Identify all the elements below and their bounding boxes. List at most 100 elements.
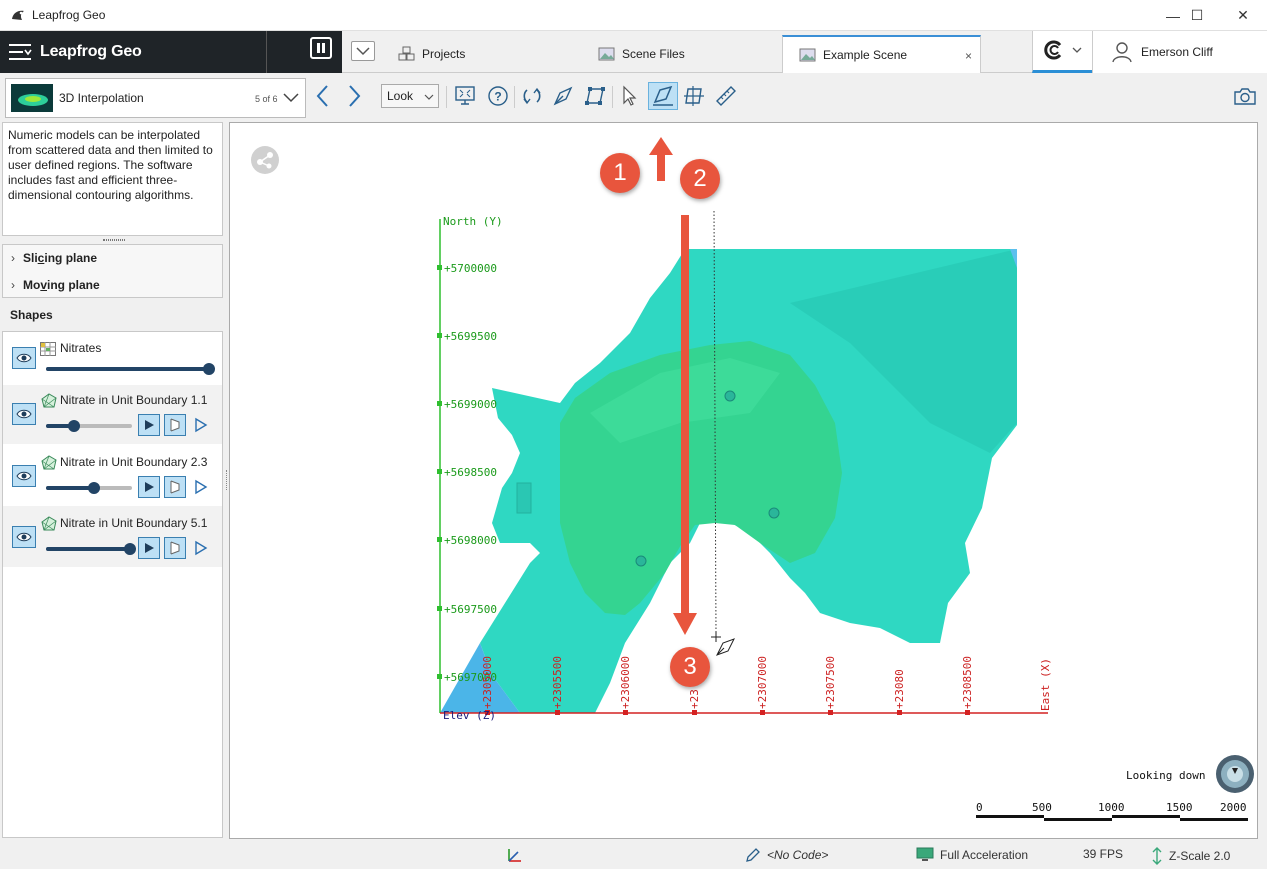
scene-toolbar: 3D Interpolation 5 of 6 Look ? bbox=[0, 73, 1267, 121]
tabs-dropdown-button[interactable] bbox=[351, 41, 375, 61]
visibility-toggle-button[interactable] bbox=[12, 526, 36, 548]
list-item: Nitrate in Unit Boundary 2.3 bbox=[3, 445, 222, 505]
scale-bar bbox=[976, 815, 1248, 821]
screenshot-button[interactable] bbox=[1233, 84, 1257, 108]
slicing-plane-toggle[interactable]: › Slicing plane bbox=[11, 251, 97, 265]
tab-label: Example Scene bbox=[823, 48, 908, 62]
list-item: Nitrate in Unit Boundary 1.1 bbox=[3, 385, 222, 444]
play-outline-icon[interactable] bbox=[194, 479, 208, 495]
brand-bar: Leapfrog Geo bbox=[0, 31, 266, 73]
move-slice-button[interactable] bbox=[682, 84, 706, 108]
maximize-button[interactable]: ☐ bbox=[1174, 0, 1220, 31]
pause-button[interactable] bbox=[310, 37, 332, 59]
draw-slicer-button[interactable] bbox=[551, 84, 575, 108]
play-outline-icon[interactable] bbox=[194, 540, 208, 556]
eye-icon bbox=[16, 409, 32, 419]
rotate-button[interactable] bbox=[520, 84, 544, 108]
east-tick-label: +2307500 bbox=[824, 656, 837, 709]
east-tick-mark bbox=[828, 710, 833, 715]
east-tick-mark bbox=[623, 710, 628, 715]
north-tick-mark bbox=[437, 674, 442, 679]
visibility-toggle-button[interactable] bbox=[12, 403, 36, 425]
opacity-slider[interactable] bbox=[46, 363, 215, 375]
east-tick-label: +2307000 bbox=[756, 656, 769, 709]
tab-projects[interactable]: Projects bbox=[398, 35, 465, 73]
slider-knob[interactable] bbox=[68, 420, 80, 432]
play-icon bbox=[145, 482, 154, 492]
account-menu-button[interactable] bbox=[1032, 31, 1092, 73]
north-tick-label: +5698000 bbox=[444, 534, 497, 547]
slice-mode-button[interactable] bbox=[164, 476, 186, 498]
slider-fill bbox=[46, 547, 131, 551]
slider-knob[interactable] bbox=[203, 363, 215, 375]
eye-icon bbox=[16, 471, 32, 481]
list-item: Nitrates bbox=[3, 332, 222, 384]
transform-icon bbox=[585, 87, 605, 105]
east-tick-group: +2305000 +2305500 +2306000 +23 +2307000 +2307… bbox=[481, 656, 974, 715]
callout-1: 1 bbox=[600, 153, 640, 193]
slider-knob[interactable] bbox=[124, 543, 136, 555]
zscale-indicator[interactable]: Z-Scale 2.0 bbox=[1151, 847, 1230, 865]
play-button[interactable] bbox=[138, 537, 160, 559]
close-window-button[interactable]: ✕ bbox=[1220, 0, 1266, 31]
east-tick-label: +2305500 bbox=[551, 656, 564, 709]
slider-knob[interactable] bbox=[88, 482, 100, 494]
slice-mode-icon bbox=[170, 541, 180, 555]
code-label: <No Code> bbox=[767, 848, 829, 862]
select-button[interactable] bbox=[617, 84, 641, 108]
tab-scene-files[interactable]: Scene Files bbox=[598, 35, 685, 73]
acceleration-label: Full Acceleration bbox=[940, 848, 1029, 862]
seequent-logo-icon bbox=[1044, 40, 1062, 60]
north-tick-mark bbox=[437, 606, 442, 611]
tab-example-scene[interactable]: Example Scene × bbox=[782, 35, 981, 73]
play-button[interactable] bbox=[138, 476, 160, 498]
play-icon bbox=[145, 420, 154, 430]
code-indicator[interactable]: <No Code> bbox=[745, 847, 828, 863]
visibility-toggle-button[interactable] bbox=[12, 465, 36, 487]
scene-selector[interactable]: 3D Interpolation 5 of 6 bbox=[5, 78, 306, 118]
view-orientation-globe-icon[interactable] bbox=[1215, 754, 1255, 794]
slice-mode-button[interactable] bbox=[164, 537, 186, 559]
callout-2: 2 bbox=[680, 159, 720, 199]
scene-count: 5 of 6 bbox=[255, 94, 278, 104]
draw-slice-button[interactable] bbox=[648, 82, 678, 110]
next-scene-button[interactable] bbox=[342, 84, 366, 108]
axes-indicator[interactable] bbox=[505, 846, 529, 864]
tab-close-icon[interactable]: × bbox=[965, 49, 972, 63]
visibility-toggle-button[interactable] bbox=[12, 347, 36, 369]
user-icon bbox=[1112, 42, 1132, 63]
help-button[interactable]: ? bbox=[486, 84, 510, 108]
scene-viewport[interactable]: +5700000 +5699500 +5699000 +5698500 +5698000… bbox=[229, 122, 1258, 839]
panel-resize-grip[interactable] bbox=[103, 239, 125, 241]
north-tick-mark bbox=[437, 401, 442, 406]
hamburger-menu-icon[interactable] bbox=[8, 41, 34, 63]
projects-icon bbox=[398, 46, 415, 61]
east-axis-label: East (X) bbox=[1039, 658, 1052, 711]
ruler-icon bbox=[716, 86, 736, 106]
slicer-cursor-icon bbox=[715, 638, 736, 656]
arrow-1-shaft bbox=[657, 153, 665, 181]
help-icon: ? bbox=[488, 86, 508, 106]
app-header: Leapfrog Geo Projects Scene Files Exampl… bbox=[0, 31, 1267, 73]
opacity-slider[interactable] bbox=[46, 420, 132, 432]
measure-button[interactable] bbox=[714, 84, 738, 108]
user-account[interactable]: Emerson Cliff bbox=[1092, 31, 1267, 73]
list-item: Nitrate in Unit Boundary 5.1 bbox=[3, 506, 222, 567]
mesh-shape-icon bbox=[41, 393, 57, 408]
play-outline-icon[interactable] bbox=[194, 417, 208, 433]
previous-scene-button[interactable] bbox=[311, 84, 335, 108]
opacity-slider[interactable] bbox=[46, 543, 136, 555]
grid-icon bbox=[40, 342, 56, 356]
slice-mode-button[interactable] bbox=[164, 414, 186, 436]
fps-label: 39 FPS bbox=[1083, 847, 1124, 861]
transform-button[interactable] bbox=[583, 84, 607, 108]
opacity-slider[interactable] bbox=[46, 482, 132, 494]
camera-icon bbox=[1234, 88, 1256, 105]
panel-splitter[interactable] bbox=[226, 470, 228, 490]
look-select[interactable]: Look bbox=[381, 84, 439, 108]
fit-view-button[interactable] bbox=[453, 84, 477, 108]
play-button[interactable] bbox=[138, 414, 160, 436]
brand-name: Leapfrog Geo bbox=[40, 43, 142, 60]
slice-mode-icon bbox=[170, 418, 180, 432]
moving-plane-toggle[interactable]: › Moving plane bbox=[11, 278, 100, 292]
